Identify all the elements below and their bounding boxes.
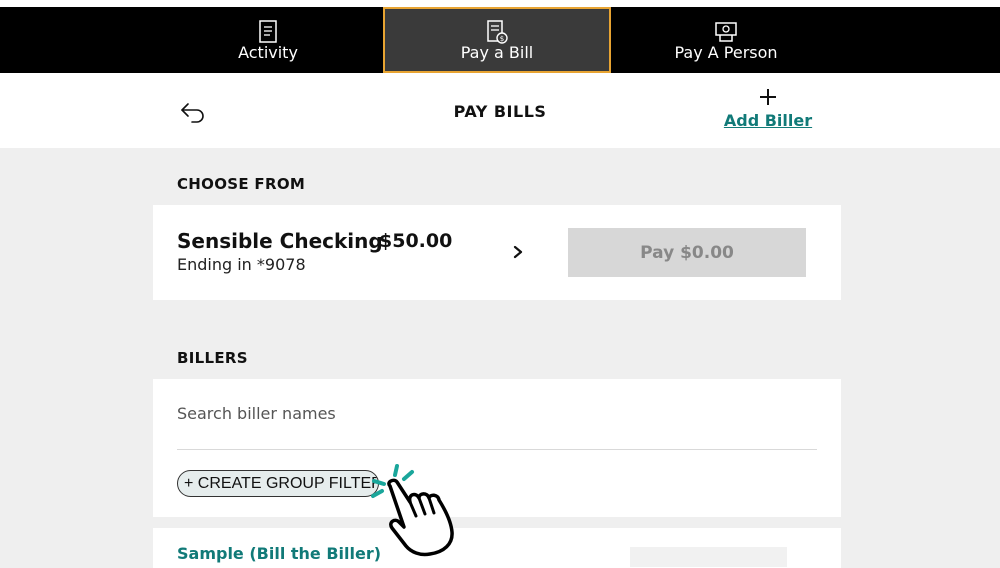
top-nav: Activity $ Pay a Bill Pay A Person (0, 7, 1000, 73)
add-biller-link[interactable]: Add Biller (718, 111, 818, 130)
biller-amount-field[interactable] (630, 547, 787, 567)
page-header: PAY BILLS Add Biller (0, 73, 1000, 148)
account-balance: $50.00 (379, 230, 453, 252)
billers-card: + CREATE GROUP FILTER (153, 379, 841, 517)
biller-list-item[interactable]: Sample (Bill the Biller) (153, 528, 841, 568)
search-divider (177, 449, 817, 450)
biller-name[interactable]: Sample (Bill the Biller) (177, 544, 381, 563)
page-title: PAY BILLS (453, 102, 547, 121)
search-biller-input[interactable] (177, 395, 817, 431)
plus-icon (760, 89, 776, 105)
tab-activity-label: Activity (238, 43, 298, 62)
cash-icon (715, 22, 737, 42)
create-group-filter-button[interactable]: + CREATE GROUP FILTER (177, 470, 379, 497)
tab-pay-a-person-label: Pay A Person (674, 43, 778, 62)
account-card[interactable]: Sensible Checking $50.00 Ending in *9078… (153, 205, 841, 300)
add-biller-button[interactable]: Add Biller (718, 87, 818, 130)
bill-dollar-icon: $ (487, 20, 508, 44)
tab-pay-a-bill[interactable]: $ Pay a Bill (383, 7, 611, 73)
top-strip (0, 0, 1000, 7)
tab-pay-a-bill-label: Pay a Bill (460, 43, 534, 62)
svg-text:$: $ (500, 35, 504, 43)
account-ending: Ending in *9078 (177, 255, 306, 274)
choose-from-heading: CHOOSE FROM (177, 175, 306, 193)
pay-button[interactable]: Pay $0.00 (568, 228, 806, 277)
chevron-right-icon[interactable] (512, 245, 524, 259)
account-name: Sensible Checking (177, 229, 383, 253)
tab-activity[interactable]: Activity (154, 7, 382, 73)
billers-heading: BILLERS (177, 349, 248, 367)
receipt-icon (259, 20, 277, 43)
tab-pay-a-person[interactable]: Pay A Person (612, 7, 840, 73)
